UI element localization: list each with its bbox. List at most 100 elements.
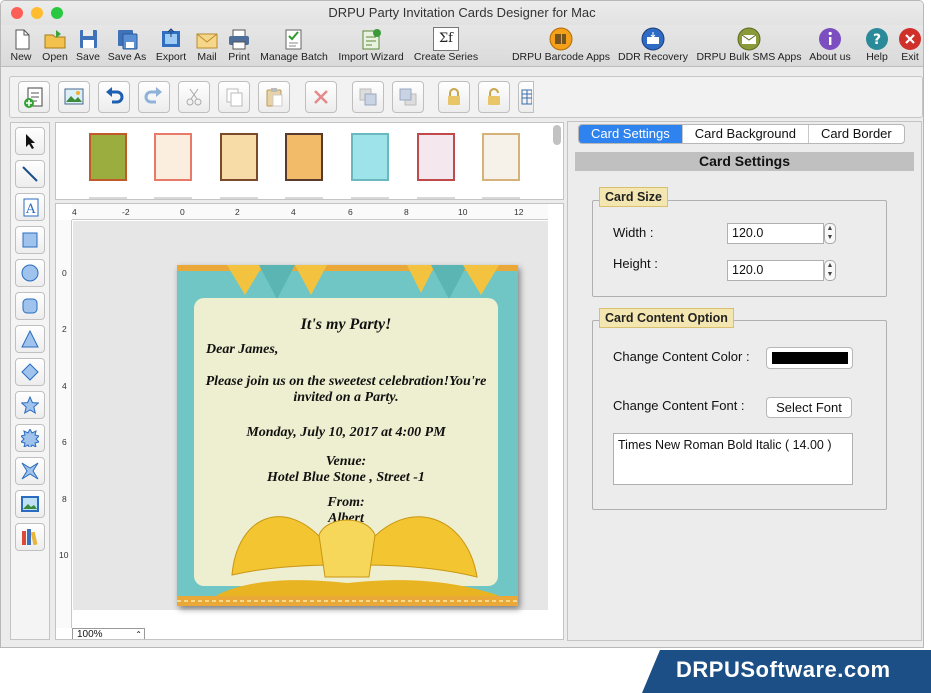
manage-batch-button[interactable]: Manage Batch (258, 25, 330, 67)
line-tool[interactable] (15, 160, 45, 188)
template-thumb-2[interactable] (154, 133, 192, 181)
ruler-label: 2 (62, 324, 67, 334)
send-back-button[interactable] (392, 81, 424, 113)
open-button[interactable]: Open (38, 25, 72, 67)
library-tool[interactable] (15, 523, 45, 551)
properties-panel: Card Settings Card Background Card Borde… (567, 121, 922, 641)
settings-tabs: Card Settings Card Background Card Borde… (578, 124, 905, 144)
save-as-button[interactable]: Save As (107, 25, 147, 67)
content-color-button[interactable] (766, 347, 853, 369)
bulk-sms-button[interactable]: DRPU Bulk SMS Apps (695, 25, 803, 67)
card-datetime[interactable]: Monday, July 10, 2017 at 4:00 PM (194, 425, 498, 441)
thumb-divider (220, 197, 258, 199)
template-thumb-6[interactable] (417, 133, 455, 181)
rectangle-tool[interactable] (15, 226, 45, 254)
burst-tool[interactable] (15, 424, 45, 452)
select-font-button[interactable]: Select Font (766, 397, 852, 418)
width-stepper[interactable]: ▲ ▼ (824, 223, 836, 244)
star-tool[interactable] (15, 391, 45, 419)
color-swatch (772, 352, 848, 364)
maximize-window-button[interactable] (51, 7, 63, 19)
background-image-button[interactable] (58, 81, 90, 113)
height-stepper[interactable]: ▲ ▼ (824, 260, 836, 281)
paste-button[interactable] (258, 81, 290, 113)
send-back-icon (399, 88, 417, 106)
save-disk-icon (75, 27, 101, 51)
export-icon (158, 27, 184, 51)
cut-button[interactable] (178, 81, 210, 113)
books-icon (22, 529, 38, 546)
card-message-line2[interactable]: invited on a Party. (194, 390, 498, 406)
import-wizard-button[interactable]: Import Wizard (335, 25, 407, 67)
thumbnail-scrollbar[interactable] (553, 125, 561, 145)
thumb-divider (154, 197, 192, 199)
template-thumb-7[interactable] (482, 133, 520, 181)
new-button[interactable]: New (6, 25, 36, 67)
diamond-tool[interactable] (15, 358, 45, 386)
ddr-recovery-button[interactable]: DDR Recovery (617, 25, 689, 67)
height-input[interactable]: 120.0 (727, 260, 824, 281)
export-button[interactable]: Export (153, 25, 189, 67)
select-tool[interactable] (15, 127, 45, 155)
tab-card-background[interactable]: Card Background (683, 125, 809, 143)
template-thumb-5[interactable] (351, 133, 389, 181)
card-venue-label[interactable]: Venue: (194, 454, 498, 470)
new-card-tool-button[interactable] (18, 81, 50, 113)
card-title[interactable]: It's my Party! (194, 316, 498, 334)
barcode-apps-button[interactable]: DRPU Barcode Apps (511, 25, 611, 67)
starburst-icon (21, 429, 39, 447)
invitation-card[interactable]: It's my Party! Dear James, Please join u… (177, 265, 518, 606)
exit-button[interactable]: Exit (897, 25, 923, 67)
clipboard-icon (266, 88, 283, 107)
redo-button[interactable] (138, 81, 170, 113)
text-icon: A (23, 198, 39, 217)
delete-button[interactable] (305, 81, 337, 113)
template-thumb-1[interactable] (89, 133, 127, 181)
lock-icon (448, 88, 460, 105)
font-display-text: Times New Roman Bold Italic ( 14.00 ) (618, 438, 832, 452)
tab-card-settings[interactable]: Card Settings (579, 125, 683, 143)
recovery-disk-icon (640, 27, 666, 51)
mail-button[interactable]: Mail (193, 25, 221, 67)
four-point-star-tool[interactable] (15, 457, 45, 485)
edit-toolbar (9, 76, 923, 118)
image-icon (21, 496, 39, 512)
undo-button[interactable] (98, 81, 130, 113)
info-icon (817, 27, 843, 51)
manage-batch-label: Manage Batch (260, 51, 328, 63)
print-button[interactable]: Print (225, 25, 253, 67)
bring-front-button[interactable] (352, 81, 384, 113)
close-window-button[interactable] (11, 7, 23, 19)
width-input[interactable]: 120.0 (727, 223, 824, 244)
minimize-window-button[interactable] (31, 7, 43, 19)
manage-batch-icon (281, 27, 307, 51)
create-series-button[interactable]: Σf Create Series (412, 25, 480, 67)
rounded-rect-tool[interactable] (15, 292, 45, 320)
card-venue[interactable]: Hotel Blue Stone , Street -1 (194, 470, 498, 486)
grid-button[interactable] (518, 81, 534, 113)
lock-button[interactable] (438, 81, 470, 113)
tab-card-border[interactable]: Card Border (809, 125, 904, 143)
main-toolbar: New Open Save Save As Export Mail Print … (1, 25, 923, 67)
ellipse-tool[interactable] (15, 259, 45, 287)
about-us-button[interactable]: About us (807, 25, 853, 67)
design-canvas[interactable]: 4 -2 0 2 4 6 8 10 12 0 2 4 6 8 10 It's m… (55, 203, 564, 640)
printer-icon (226, 27, 252, 51)
help-button[interactable]: ? Help (863, 25, 891, 67)
card-size-group (592, 200, 887, 297)
template-thumb-4[interactable] (285, 133, 323, 181)
text-tool[interactable]: A (15, 193, 45, 221)
zoom-select[interactable]: 100% ⌃ (72, 628, 145, 639)
save-button[interactable]: Save (74, 25, 102, 67)
card-greeting[interactable]: Dear James, (206, 342, 278, 358)
redo-icon (144, 87, 162, 104)
star-icon (21, 396, 39, 414)
unlock-button[interactable] (478, 81, 510, 113)
brand-banner: DRPUSoftware.com (642, 650, 931, 693)
image-tool[interactable] (15, 490, 45, 518)
card-message-line1[interactable]: Please join us on the sweetest celebrati… (194, 374, 498, 390)
copy-button[interactable] (218, 81, 250, 113)
save-as-label: Save As (107, 51, 147, 63)
triangle-tool[interactable] (15, 325, 45, 353)
template-thumb-3[interactable] (220, 133, 258, 181)
